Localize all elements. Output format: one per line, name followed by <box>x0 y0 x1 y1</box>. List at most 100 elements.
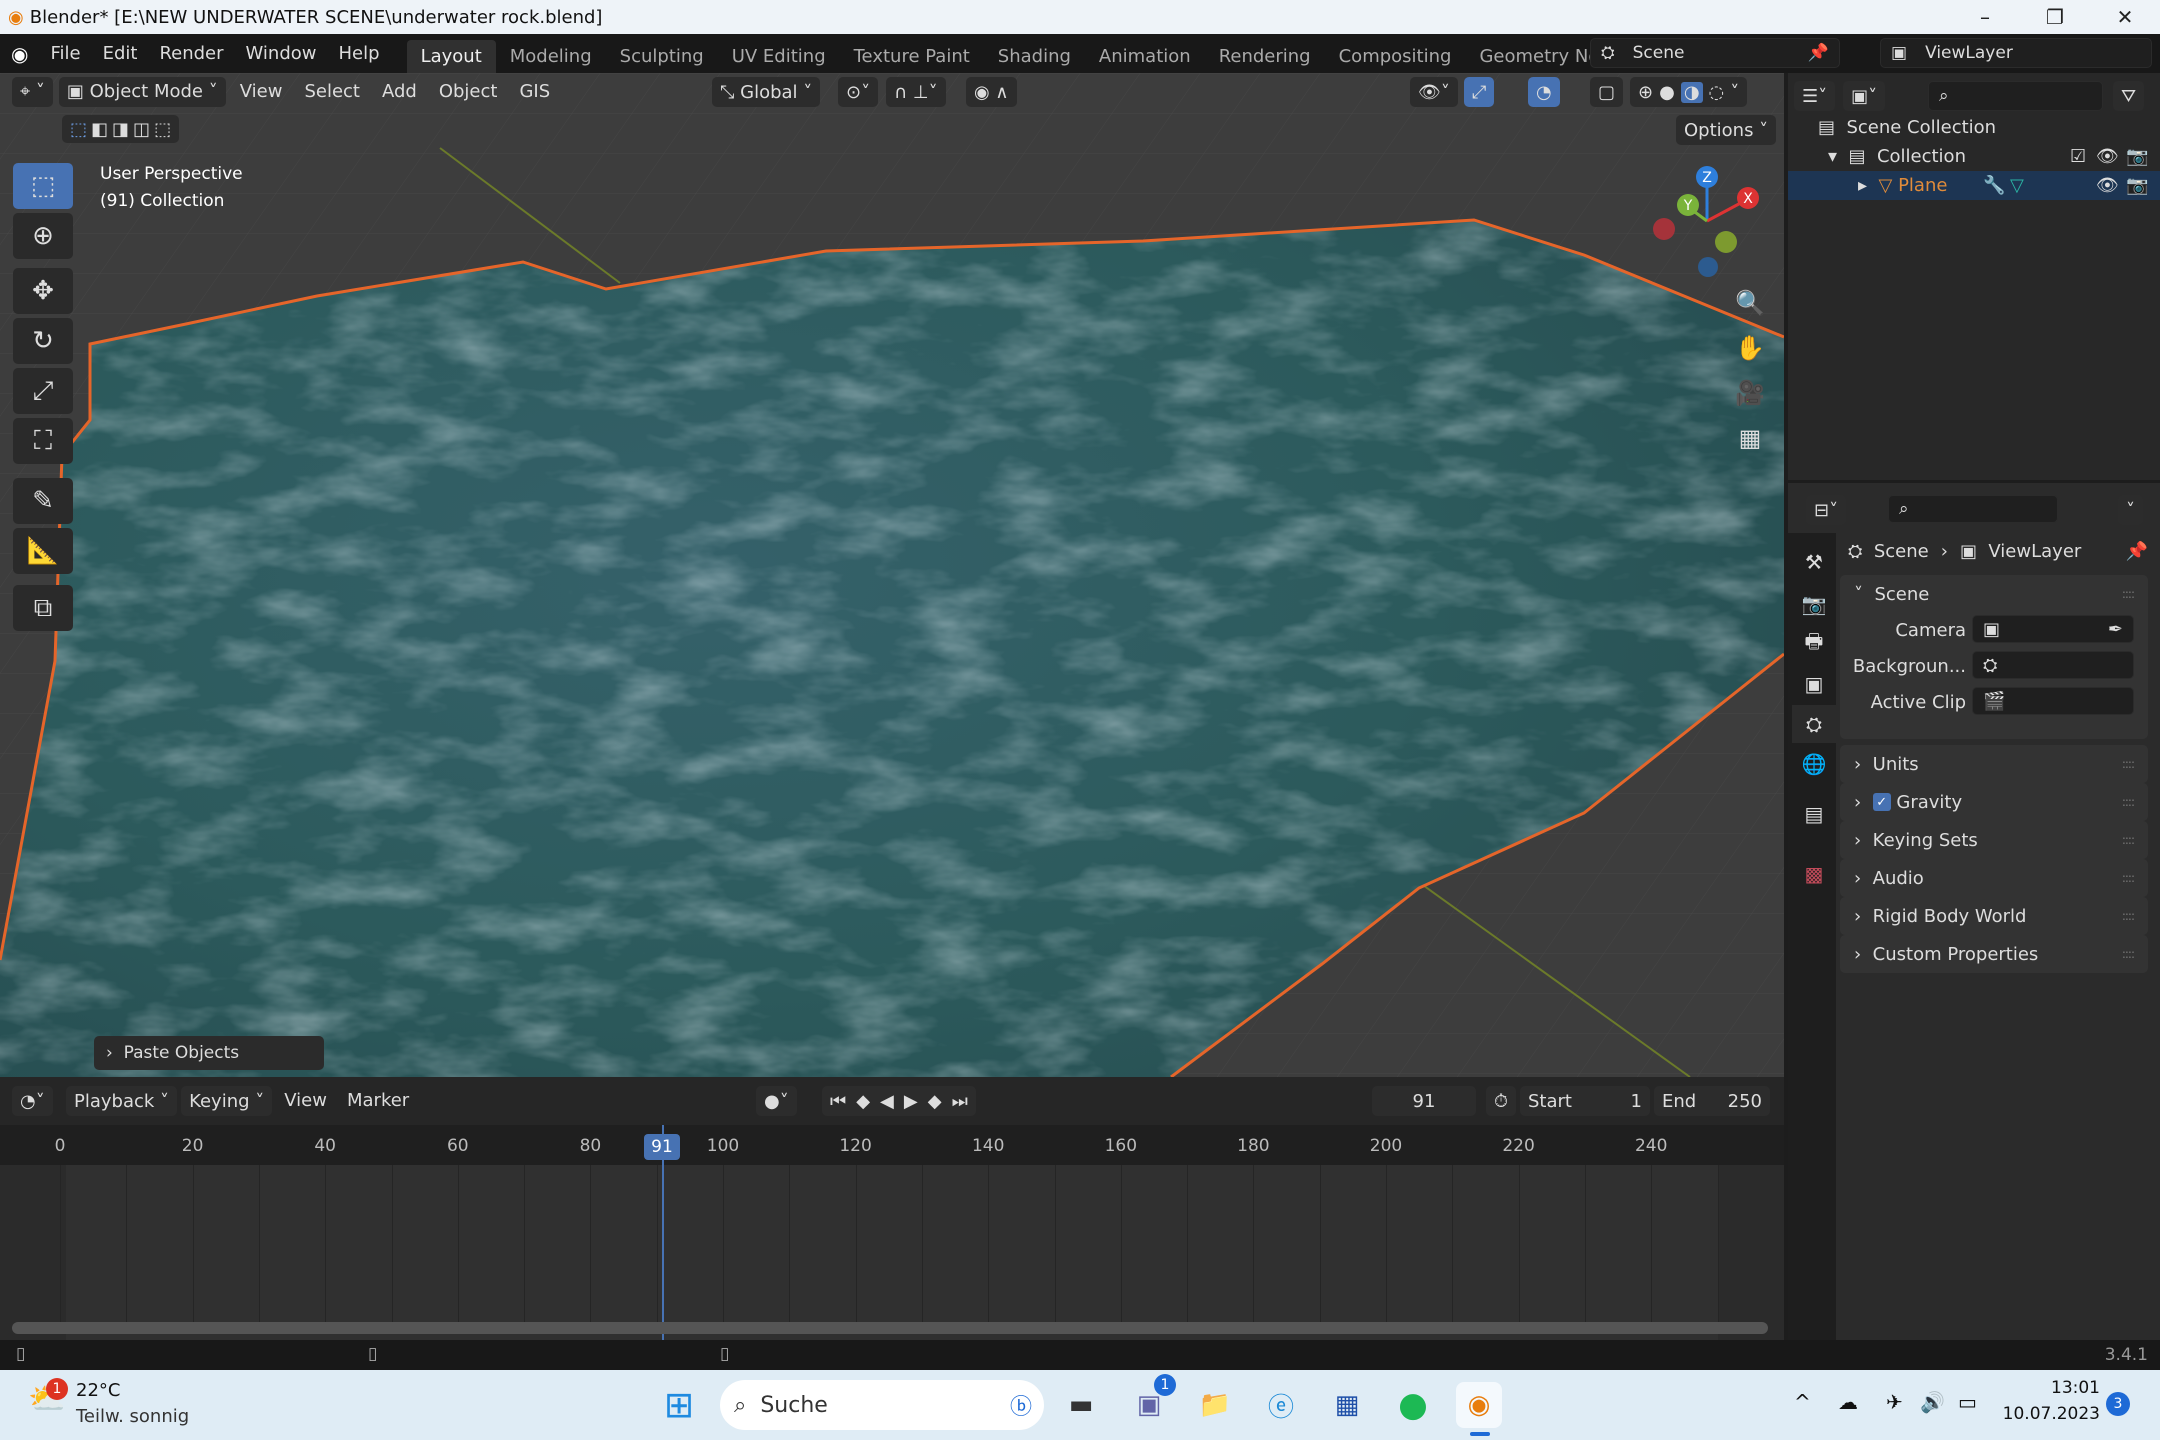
playhead-frame-badge[interactable]: 91 <box>644 1134 680 1160</box>
navigation-gizmo[interactable]: Z X Y <box>1640 161 1770 281</box>
eye-icon[interactable]: 👁 <box>2096 175 2119 196</box>
restore-button[interactable]: ❐ <box>2020 0 2090 34</box>
texture-tab-icon[interactable]: ▩ <box>1792 855 1836 893</box>
tab-layout[interactable]: Layout <box>406 40 496 73</box>
collection-tab-icon[interactable]: ▤ <box>1792 795 1836 833</box>
timeline-scrollbar[interactable] <box>12 1322 1768 1334</box>
gizmo-neg-y[interactable] <box>1715 231 1737 253</box>
blender-taskbar-icon[interactable]: ◉ <box>1456 1382 1502 1428</box>
show-hidden-icons-icon[interactable]: ^ <box>1794 1390 1811 1414</box>
blender-menu-icon[interactable]: ◉ <box>0 39 39 69</box>
units-panel[interactable]: › Units:::: <box>1840 745 2148 783</box>
audio-panel[interactable]: › Audio:::: <box>1840 859 2148 897</box>
rendered-shading-icon[interactable]: ◌ <box>1709 82 1725 103</box>
menu-select[interactable]: Select <box>296 81 368 102</box>
camera-render-icon[interactable]: 📷 <box>2126 146 2148 167</box>
view-layer-selector[interactable]: ▣ ViewLayer <box>1880 38 2152 68</box>
clock-time[interactable]: 13:01 <box>2020 1378 2100 1398</box>
background-scene-field[interactable]: ⛭ <box>1972 651 2134 679</box>
transform-orientation-dropdown[interactable]: ⤡ Global ˅ <box>712 77 821 107</box>
drag-handle-icon[interactable]: :::: <box>2122 871 2135 885</box>
scene-selector[interactable]: ⛭ Scene 📌 <box>1590 38 1840 68</box>
task-view-icon[interactable]: ▬ <box>1058 1382 1104 1428</box>
select-extend-icon[interactable]: ◧ <box>91 119 108 140</box>
solid-shading-icon[interactable]: ● <box>1659 82 1675 103</box>
scale-tool-icon[interactable]: ⤢ <box>13 368 73 414</box>
volume-icon[interactable]: 🔊 <box>1920 1390 1945 1414</box>
overlay-toggle[interactable]: ◔ <box>1528 77 1560 107</box>
menu-help[interactable]: Help <box>328 39 391 69</box>
windows-start-icon[interactable]: ⊞ <box>656 1382 702 1428</box>
dopesheet-area[interactable] <box>66 1165 1718 1343</box>
menu-gis[interactable]: GIS <box>511 81 558 102</box>
cursor-tool-icon[interactable]: ⊕ <box>13 213 73 259</box>
menu-view[interactable]: View <box>232 81 291 102</box>
editor-type-button[interactable]: ⌖ ˅ <box>12 76 53 107</box>
taskbar-search[interactable]: ⌕ Suche ⓑ <box>720 1380 1044 1430</box>
expand-arrow-icon[interactable]: ▾ <box>1828 146 1848 167</box>
drag-handle-icon[interactable]: :::: <box>2122 833 2135 847</box>
camera-field[interactable]: ▣ ✒ <box>1972 615 2134 643</box>
proportional-edit-toggle[interactable]: ◉ ∧ <box>966 77 1017 107</box>
current-frame-field[interactable]: 91 <box>1372 1086 1476 1116</box>
measure-tool-icon[interactable]: 📐 <box>13 528 73 574</box>
tab-uv-editing[interactable]: UV Editing <box>718 40 840 73</box>
pin-icon[interactable]: 📌 <box>1808 43 1829 63</box>
output-tab-icon[interactable]: 🖶 <box>1792 625 1836 663</box>
options-dropdown[interactable]: Options ˅ <box>1676 115 1777 145</box>
menu-add[interactable]: Add <box>374 81 425 102</box>
tab-animation[interactable]: Animation <box>1085 40 1205 73</box>
eyedropper-icon[interactable]: ✒ <box>2108 619 2123 640</box>
drag-handle-icon[interactable]: :::: <box>2122 587 2135 601</box>
mesh-data-icon[interactable]: ▽ <box>2010 175 2024 196</box>
mode-dropdown[interactable]: ▣ Object Mode ˅ <box>58 76 226 107</box>
filter-dropdown[interactable]: ⛛ <box>2113 81 2145 111</box>
camera-render-icon[interactable]: 📷 <box>2126 175 2148 196</box>
perspective-toggle-icon[interactable]: ▦ <box>1730 418 1770 458</box>
annotate-tool-icon[interactable]: ✎ <box>13 478 73 524</box>
outliner-scene-collection[interactable]: ▤ Scene Collection <box>1788 113 2160 142</box>
xray-toggle[interactable]: ▢ <box>1590 77 1624 107</box>
eye-icon[interactable]: 👁 <box>2096 146 2119 167</box>
snap-toggle[interactable]: ∩ ⊥˅ <box>886 77 946 107</box>
jump-end-icon[interactable]: ⏭ <box>952 1091 968 1112</box>
tool-tab-icon[interactable]: ⚒ <box>1792 543 1836 581</box>
tab-sculpting[interactable]: Sculpting <box>606 40 718 73</box>
keying-dropdown[interactable]: Keying ˅ <box>181 1086 273 1116</box>
custom-properties-panel[interactable]: › Custom Properties:::: <box>1840 935 2148 973</box>
move-tool-icon[interactable]: ✥ <box>13 268 73 314</box>
menu-object[interactable]: Object <box>431 81 506 102</box>
tab-compositing[interactable]: Compositing <box>1325 40 1466 73</box>
tab-texture-paint[interactable]: Texture Paint <box>840 40 984 73</box>
pan-hand-icon[interactable]: ✋ <box>1730 328 1770 368</box>
play-reverse-icon[interactable]: ◀ <box>880 1091 894 1112</box>
prev-keyframe-icon[interactable]: ◆ <box>856 1091 870 1112</box>
view-layer-tab-icon[interactable]: ▣ <box>1792 665 1836 703</box>
outliner-search-input[interactable]: ⌕ <box>1928 81 2103 111</box>
menu-render[interactable]: Render <box>148 39 234 69</box>
render-tab-icon[interactable]: 📷 <box>1792 585 1836 623</box>
select-invert-icon[interactable]: ◫ <box>133 119 150 140</box>
drag-handle-icon[interactable]: :::: <box>2122 757 2135 771</box>
menu-marker[interactable]: Marker <box>339 1086 417 1116</box>
camera-view-icon[interactable]: 🎥 <box>1730 373 1770 413</box>
scene-panel-header[interactable]: ˅ Scene:::: <box>1840 575 2148 613</box>
outliner-object-plane[interactable]: ▸ ▽ Plane 🔧 ▽ 👁 📷 <box>1788 171 2160 200</box>
tab-modeling[interactable]: Modeling <box>496 40 606 73</box>
material-shading-icon[interactable]: ◑ <box>1680 81 1703 103</box>
visibility-dropdown[interactable]: 👁˅ <box>1410 77 1458 107</box>
select-subtract-icon[interactable]: ◨ <box>112 119 129 140</box>
auto-keying-toggle[interactable]: ●˅ <box>756 1086 797 1116</box>
selection-mode-buttons[interactable]: ⬚ ◧ ◨ ◫ ⬚ <box>62 115 180 143</box>
battery-icon[interactable]: ▭ <box>1958 1390 1977 1414</box>
edge-icon[interactable]: ⓔ <box>1258 1382 1304 1428</box>
start-frame-field[interactable]: Start 1 <box>1520 1086 1650 1116</box>
select-intersect-icon[interactable]: ⬚ <box>154 119 171 140</box>
close-button[interactable]: ✕ <box>2090 0 2160 34</box>
gizmo-neg-z[interactable] <box>1698 257 1718 277</box>
select-box-tool-icon[interactable]: ⬚ <box>13 163 73 209</box>
play-icon[interactable]: ▶ <box>904 1091 918 1112</box>
gravity-panel[interactable]: › ✓ Gravity:::: <box>1840 783 2148 821</box>
expand-arrow-icon[interactable]: ▸ <box>1858 175 1878 196</box>
end-frame-field[interactable]: End 250 <box>1654 1086 1770 1116</box>
